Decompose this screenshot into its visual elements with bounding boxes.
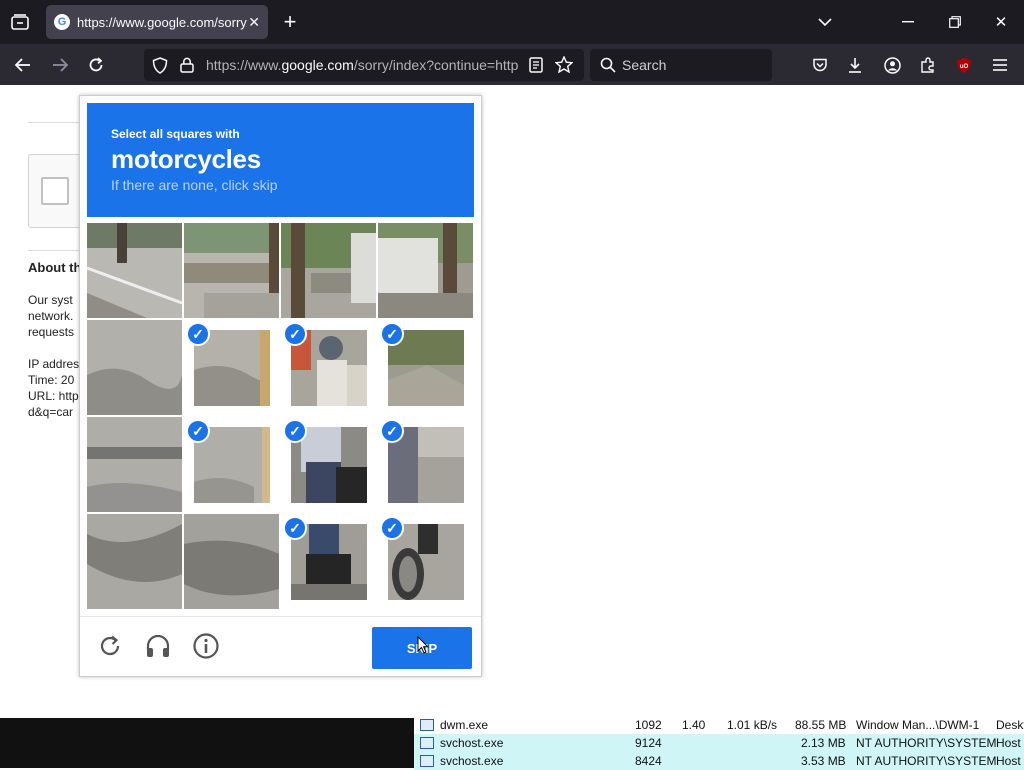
captcha-tile-16[interactable]: ✓ bbox=[378, 514, 473, 609]
address-bar[interactable]: https://www.google.com/sorry/index?conti… bbox=[144, 49, 584, 81]
reader-view-icon[interactable] bbox=[529, 57, 543, 78]
process-icon bbox=[420, 719, 434, 731]
captcha-tile-9[interactable] bbox=[87, 417, 182, 512]
url-text[interactable]: https://www.google.com/sorry/index?conti… bbox=[206, 57, 518, 73]
captcha-challenge: Select all squares with motorcycles If t… bbox=[79, 95, 482, 677]
tab-list-icon[interactable] bbox=[4, 6, 36, 38]
search-icon bbox=[600, 57, 616, 78]
tab-active[interactable]: G https://www.google.com/sorry/index?con… bbox=[46, 5, 268, 39]
captcha-tile-14[interactable] bbox=[184, 514, 279, 609]
downloads-icon[interactable] bbox=[840, 50, 870, 80]
captcha-instruction: Select all squares with bbox=[111, 127, 240, 141]
minimize-icon[interactable] bbox=[894, 8, 922, 36]
recaptcha-checkbox[interactable] bbox=[41, 177, 69, 205]
table-row[interactable]: svchost.exe 8424 3.53 MB NT AUTHORITY\SY… bbox=[414, 752, 1024, 770]
captcha-target: motorcycles bbox=[111, 144, 261, 174]
captcha-tile-13[interactable] bbox=[87, 514, 182, 609]
table-row[interactable]: svchost.exe 9124 2.13 MB NT AUTHORITY\SY… bbox=[414, 734, 1024, 752]
search-bar[interactable]: Search bbox=[590, 49, 772, 81]
captcha-tile-7[interactable]: ✓ bbox=[281, 320, 376, 415]
captcha-grid: ✓ ✓ ✓ ✓ ✓ ✓ ✓ ✓ bbox=[87, 223, 474, 610]
reload-challenge-icon[interactable] bbox=[95, 631, 125, 661]
audio-challenge-icon[interactable] bbox=[143, 631, 173, 661]
captcha-tile-15[interactable]: ✓ bbox=[281, 514, 376, 609]
svg-text:uO: uO bbox=[960, 64, 969, 70]
extensions-icon[interactable] bbox=[913, 50, 943, 80]
info-icon[interactable] bbox=[191, 631, 221, 661]
account-icon[interactable] bbox=[877, 50, 907, 80]
captcha-tile-4[interactable] bbox=[378, 223, 473, 318]
tab-close-icon[interactable]: ✕ bbox=[248, 14, 260, 31]
captcha-hint: If there are none, click skip bbox=[111, 177, 278, 193]
nav-bar: https://www.google.com/sorry/index?conti… bbox=[0, 44, 1024, 85]
explanation-text: Our syst network. requests bbox=[28, 293, 75, 339]
selected-check-icon: ✓ bbox=[380, 419, 404, 443]
task-manager-list: dwm.exe 1092 1.40 1.01 kB/s 88.55 MB Win… bbox=[414, 716, 1024, 770]
close-window-icon[interactable]: ✕ bbox=[987, 8, 1015, 36]
captcha-tile-1[interactable] bbox=[87, 223, 182, 318]
captcha-tile-6[interactable]: ✓ bbox=[184, 320, 279, 415]
ublock-origin-icon[interactable]: uO bbox=[949, 50, 979, 80]
captcha-tile-10[interactable]: ✓ bbox=[184, 417, 279, 512]
tab-title: https://www.google.com/sorry/index?conti… bbox=[77, 14, 247, 30]
captcha-tile-5[interactable] bbox=[87, 320, 182, 415]
shield-icon[interactable] bbox=[152, 57, 168, 79]
selected-check-icon: ✓ bbox=[283, 419, 307, 443]
captcha-header: Select all squares with motorcycles If t… bbox=[87, 103, 474, 217]
forward-icon[interactable] bbox=[45, 50, 75, 80]
captcha-tile-8[interactable]: ✓ bbox=[378, 320, 473, 415]
back-icon[interactable] bbox=[8, 50, 38, 80]
pocket-icon[interactable] bbox=[805, 50, 835, 80]
selected-check-icon: ✓ bbox=[186, 419, 210, 443]
search-placeholder: Search bbox=[622, 57, 667, 73]
selected-check-icon: ✓ bbox=[283, 322, 307, 346]
menu-icon[interactable] bbox=[985, 50, 1015, 80]
restore-icon[interactable] bbox=[941, 8, 969, 36]
captcha-tile-11[interactable]: ✓ bbox=[281, 417, 376, 512]
new-tab-icon[interactable]: + bbox=[276, 8, 304, 36]
captcha-tile-12[interactable]: ✓ bbox=[378, 417, 473, 512]
selected-check-icon: ✓ bbox=[283, 516, 307, 540]
bookmark-star-icon[interactable] bbox=[554, 55, 574, 78]
captcha-tile-3[interactable] bbox=[281, 223, 376, 318]
lock-icon[interactable] bbox=[180, 57, 194, 78]
process-icon bbox=[420, 755, 434, 767]
table-row[interactable]: dwm.exe 1092 1.40 1.01 kB/s 88.55 MB Win… bbox=[414, 716, 1024, 734]
about-heading: About th bbox=[28, 260, 82, 275]
selected-check-icon: ✓ bbox=[380, 322, 404, 346]
list-all-tabs-icon[interactable] bbox=[811, 8, 839, 36]
process-icon bbox=[420, 737, 434, 749]
dark-panel bbox=[0, 718, 414, 768]
mouse-cursor-icon bbox=[417, 635, 430, 659]
google-favicon-icon: G bbox=[54, 14, 70, 30]
selected-check-icon: ✓ bbox=[186, 322, 210, 346]
reload-icon[interactable] bbox=[81, 50, 111, 80]
captcha-tile-2[interactable] bbox=[184, 223, 279, 318]
tab-bar: G https://www.google.com/sorry/index?con… bbox=[0, 0, 1024, 44]
selected-check-icon: ✓ bbox=[380, 516, 404, 540]
request-details: IP addres Time: 20 URL: http d&q=car bbox=[28, 357, 80, 419]
